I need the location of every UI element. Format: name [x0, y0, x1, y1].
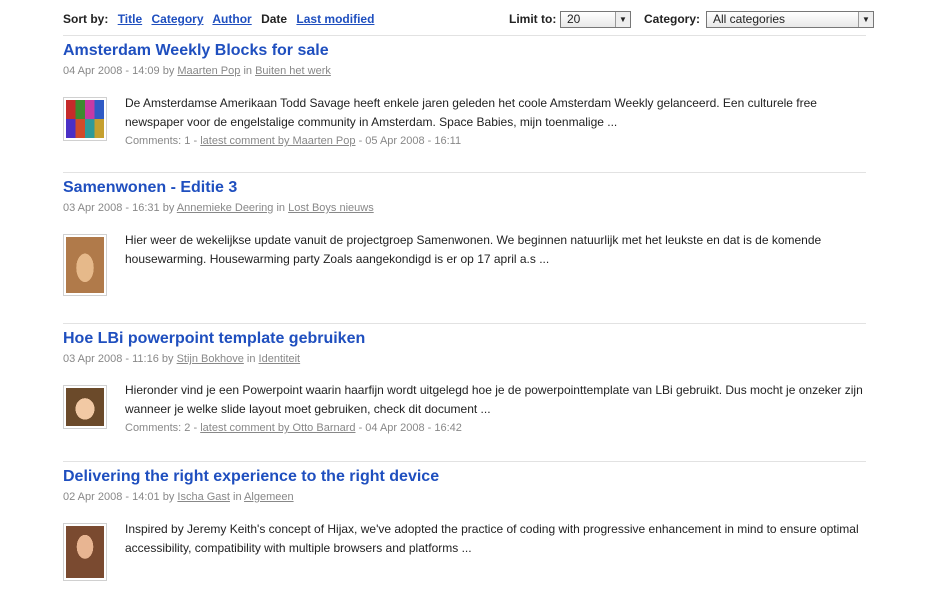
post-meta: 03 Apr 2008 - 11:16 by Stijn Bokhove in … — [63, 352, 866, 366]
post-date: 03 Apr 2008 - 11:16 — [63, 353, 159, 365]
post-category-link[interactable]: Lost Boys nieuws — [288, 202, 374, 214]
limit-select-value: 20 — [567, 12, 581, 26]
avatar-image — [66, 526, 104, 578]
post-excerpt-block: De Amsterdamse Amerikaan Todd Savage hee… — [125, 94, 865, 151]
sort-by-title-link[interactable]: Title — [118, 12, 142, 26]
by-text: by — [162, 491, 175, 503]
by-text: by — [162, 65, 175, 77]
by-text: by — [161, 353, 174, 365]
post-meta: 02 Apr 2008 - 14:01 by Ischa Gast in Alg… — [63, 490, 866, 504]
sort-by-last-modified-link[interactable]: Last modified — [296, 12, 374, 26]
post-author-link[interactable]: Annemieke Deering — [177, 202, 274, 214]
post-excerpt-block: Hieronder vind je een Powerpoint waarin … — [125, 381, 865, 438]
in-text: in — [233, 491, 242, 503]
divider — [63, 35, 866, 36]
sort-options: Sort by: Title Category Author Date Last… — [63, 12, 380, 26]
sort-by-category-link[interactable]: Category — [151, 12, 203, 26]
post-excerpt: Hier weer de wekelijkse update vanuit de… — [125, 233, 822, 266]
author-avatar[interactable] — [63, 97, 107, 141]
sort-label: Sort by: — [63, 12, 109, 26]
in-text: in — [246, 353, 256, 365]
avatar-image — [66, 388, 104, 426]
divider — [63, 172, 866, 173]
post-category-link[interactable]: Identiteit — [259, 353, 301, 365]
post-item: Amsterdam Weekly Blocks for sale 04 Apr … — [63, 41, 866, 161]
dropdown-arrow-icon: ▼ — [858, 12, 873, 27]
divider — [63, 323, 866, 324]
post-excerpt: Inspired by Jeremy Keith's concept of Hi… — [125, 522, 859, 555]
category-select[interactable]: All categories ▼ — [706, 11, 874, 28]
post-title-link[interactable]: Hoe LBi powerpoint template gebruiken — [63, 329, 866, 349]
post-author-link[interactable]: Maarten Pop — [177, 65, 240, 77]
post-author-link[interactable]: Ischa Gast — [177, 491, 230, 503]
post-date: 04 Apr 2008 - 14:09 — [63, 65, 160, 77]
avatar-image — [66, 100, 104, 138]
comments-count: Comments: 1 - — [125, 135, 198, 147]
post-excerpt: Hieronder vind je een Powerpoint waarin … — [125, 383, 863, 416]
post-comments: Comments: 1 - latest comment by Maarten … — [125, 132, 865, 151]
post-excerpt-block: Inspired by Jeremy Keith's concept of Hi… — [125, 520, 865, 558]
post-date: 03 Apr 2008 - 16:31 — [63, 202, 160, 214]
author-avatar[interactable] — [63, 523, 107, 581]
avatar-image — [66, 237, 104, 293]
sort-filter-bar: Sort by: Title Category Author Date Last… — [63, 9, 874, 33]
limit-select[interactable]: 20 ▼ — [560, 11, 631, 28]
category-select-value: All categories — [713, 12, 786, 26]
post-author-link[interactable]: Stijn Bokhove — [177, 353, 244, 365]
post-title-link[interactable]: Delivering the right experience to the r… — [63, 467, 866, 487]
comment-date: - 04 Apr 2008 - 16:42 — [358, 422, 462, 434]
comments-count: Comments: 2 - — [125, 422, 198, 434]
in-text: in — [243, 65, 252, 77]
post-category-link[interactable]: Buiten het werk — [255, 65, 331, 77]
post-category-link[interactable]: Algemeen — [244, 491, 294, 503]
post-date: 02 Apr 2008 - 14:01 — [63, 491, 160, 503]
post-title-link[interactable]: Samenwonen - Editie 3 — [63, 178, 866, 198]
sort-by-date-active: Date — [261, 12, 288, 26]
post-item: Samenwonen - Editie 3 03 Apr 2008 - 16:3… — [63, 178, 866, 308]
post-meta: 04 Apr 2008 - 14:09 by Maarten Pop in Bu… — [63, 64, 866, 78]
dropdown-arrow-icon: ▼ — [615, 12, 630, 27]
author-avatar[interactable] — [63, 385, 107, 429]
post-excerpt-block: Hier weer de wekelijkse update vanuit de… — [125, 231, 865, 269]
latest-comment-link[interactable]: latest comment by Maarten Pop — [200, 135, 355, 147]
sort-by-author-link[interactable]: Author — [212, 12, 251, 26]
category-label: Category: — [644, 12, 701, 26]
post-title-link[interactable]: Amsterdam Weekly Blocks for sale — [63, 41, 866, 61]
divider — [63, 461, 866, 462]
post-comments: Comments: 2 - latest comment by Otto Bar… — [125, 419, 865, 438]
latest-comment-link[interactable]: latest comment by Otto Barnard — [200, 422, 355, 434]
in-text: in — [276, 202, 286, 214]
limit-label: Limit to: — [509, 12, 557, 26]
post-meta: 03 Apr 2008 - 16:31 by Annemieke Deering… — [63, 201, 866, 215]
post-item: Hoe LBi powerpoint template gebruiken 03… — [63, 329, 866, 454]
by-text: by — [162, 202, 175, 214]
post-item: Delivering the right experience to the r… — [63, 467, 866, 587]
post-excerpt: De Amsterdamse Amerikaan Todd Savage hee… — [125, 96, 817, 129]
comment-date: - 05 Apr 2008 - 16:11 — [358, 135, 462, 147]
author-avatar[interactable] — [63, 234, 107, 296]
